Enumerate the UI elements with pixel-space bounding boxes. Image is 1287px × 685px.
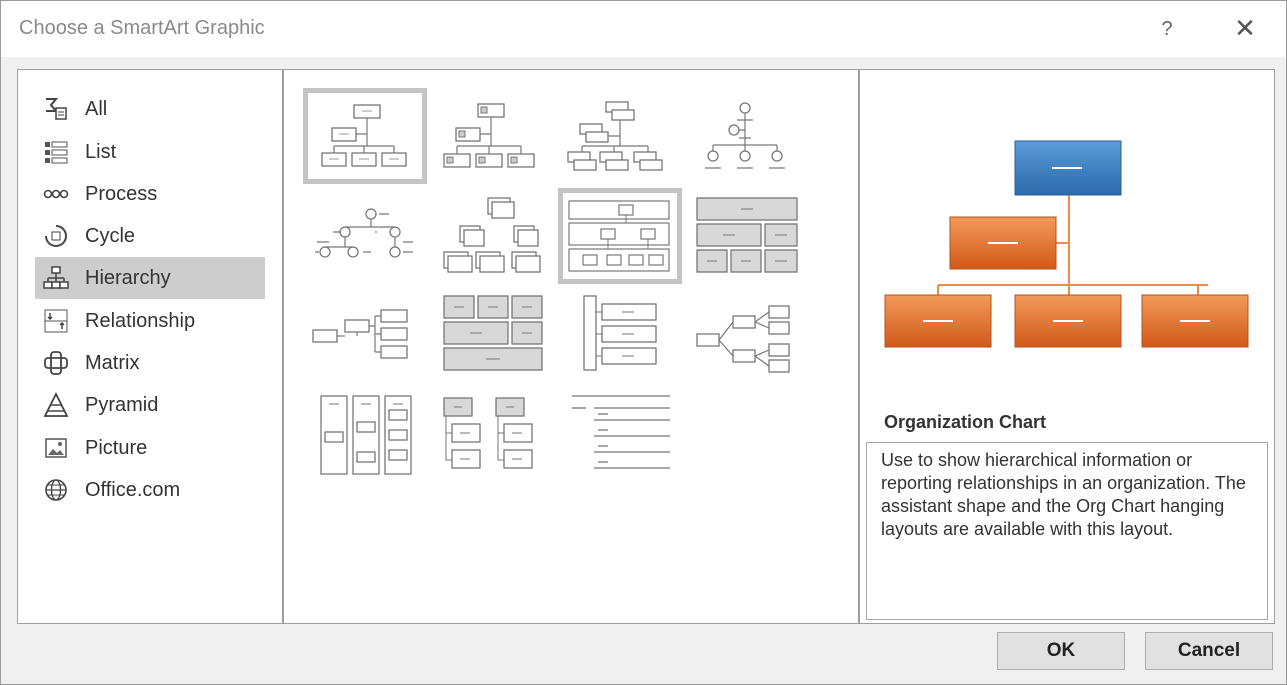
layout-hierarchy[interactable] [303, 190, 427, 286]
layout-lined-list-text[interactable] [558, 392, 682, 488]
layout-labeled-hierarchy-pictures[interactable] [432, 190, 556, 286]
category-office-com[interactable]: Office.com [35, 469, 265, 511]
cancel-button[interactable]: Cancel [1145, 632, 1273, 670]
category-label: Hierarchy [85, 266, 171, 289]
category-pyramid[interactable]: Pyramid [35, 384, 265, 426]
layout-horizontal-hierarchy[interactable] [303, 292, 427, 388]
layout-description: Use to show hierarchical information or … [866, 442, 1268, 620]
category-all[interactable]: All [35, 88, 265, 130]
layout-hierarchy-list[interactable] [432, 292, 556, 388]
layout-vertical-hierarchy-list[interactable] [432, 392, 556, 488]
close-button[interactable]: ✕ [1227, 11, 1263, 47]
layout-horizontal-multi-level-hierarchy[interactable] [687, 292, 811, 388]
category-relationship[interactable]: Relationship [35, 300, 265, 342]
relationship-icon [41, 306, 71, 336]
ok-button[interactable]: OK [997, 632, 1125, 670]
category-list-item[interactable]: List [35, 131, 265, 173]
cycle-icon [41, 221, 71, 251]
layout-lined-list[interactable] [558, 292, 682, 388]
layout-horizontal-labeled-hierarchy[interactable] [558, 188, 682, 284]
matrix-icon [41, 348, 71, 378]
category-process[interactable]: Process [35, 173, 265, 215]
hierarchy-icon [41, 263, 71, 293]
category-label: Pyramid [85, 393, 159, 416]
dialog-title: Choose a SmartArt Graphic [19, 17, 265, 39]
picture-icon [41, 433, 71, 463]
category-label: Picture [85, 436, 148, 459]
category-label: Matrix [85, 351, 140, 374]
category-label: Process [85, 182, 158, 205]
category-label: Cycle [85, 224, 136, 247]
list-icon [41, 137, 71, 167]
globe-icon [41, 475, 71, 505]
category-cycle[interactable]: Cycle [35, 215, 265, 257]
pyramid-icon [41, 390, 71, 420]
category-label: List [85, 140, 117, 163]
process-icon [41, 179, 71, 209]
preview-diagram [880, 135, 1260, 360]
category-hierarchy[interactable]: Hierarchy [35, 257, 265, 299]
layout-name: Organization Chart [884, 412, 1047, 432]
layout-organization-chart[interactable] [303, 88, 427, 184]
category-label: All [85, 97, 108, 120]
help-button[interactable]: ? [1149, 11, 1185, 47]
category-matrix[interactable]: Matrix [35, 342, 265, 384]
category-label: Relationship [85, 309, 196, 332]
layout-gallery [283, 69, 859, 624]
category-picture[interactable]: Picture [35, 427, 265, 469]
all-icon [41, 94, 71, 124]
category-label: Office.com [85, 478, 181, 501]
layout-architecture-layout[interactable] [303, 392, 427, 488]
layout-half-circle-org-chart[interactable] [558, 88, 682, 184]
smartart-dialog: Choose a SmartArt Graphic ? ✕ All List P… [0, 0, 1287, 685]
layout-name-and-title-org-chart[interactable] [432, 88, 556, 184]
layout-table-hierarchy[interactable] [687, 190, 811, 286]
title-bar: Choose a SmartArt Graphic ? ✕ [1, 1, 1286, 57]
layout-circle-picture-hierarchy[interactable] [687, 88, 811, 184]
preview-pane: Organization Chart Use to show hierarchi… [859, 69, 1275, 624]
category-list: All List Process Cycle Hierarchy Relatio… [17, 69, 283, 624]
